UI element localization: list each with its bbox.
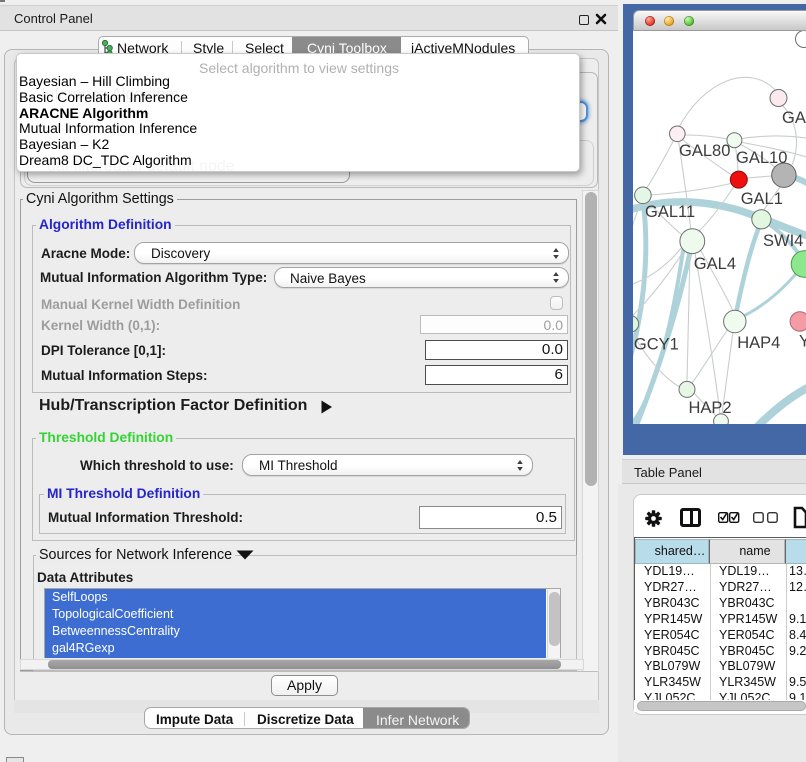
- svg-text:HAP4: HAP4: [737, 334, 780, 352]
- svg-text:GAL4: GAL4: [694, 255, 736, 273]
- svg-text:SWI4: SWI4: [763, 232, 803, 250]
- svg-text:Y: Y: [799, 333, 806, 351]
- svg-text:GCY1: GCY1: [634, 336, 679, 354]
- svg-text:GAL80: GAL80: [679, 142, 730, 160]
- svg-text:GAL11: GAL11: [645, 203, 695, 221]
- svg-text:GAL7: GAL7: [782, 109, 806, 127]
- svg-text:GAL1: GAL1: [741, 190, 783, 208]
- svg-text:HAP2: HAP2: [689, 399, 732, 417]
- svg-text:GAL10: GAL10: [736, 149, 787, 167]
